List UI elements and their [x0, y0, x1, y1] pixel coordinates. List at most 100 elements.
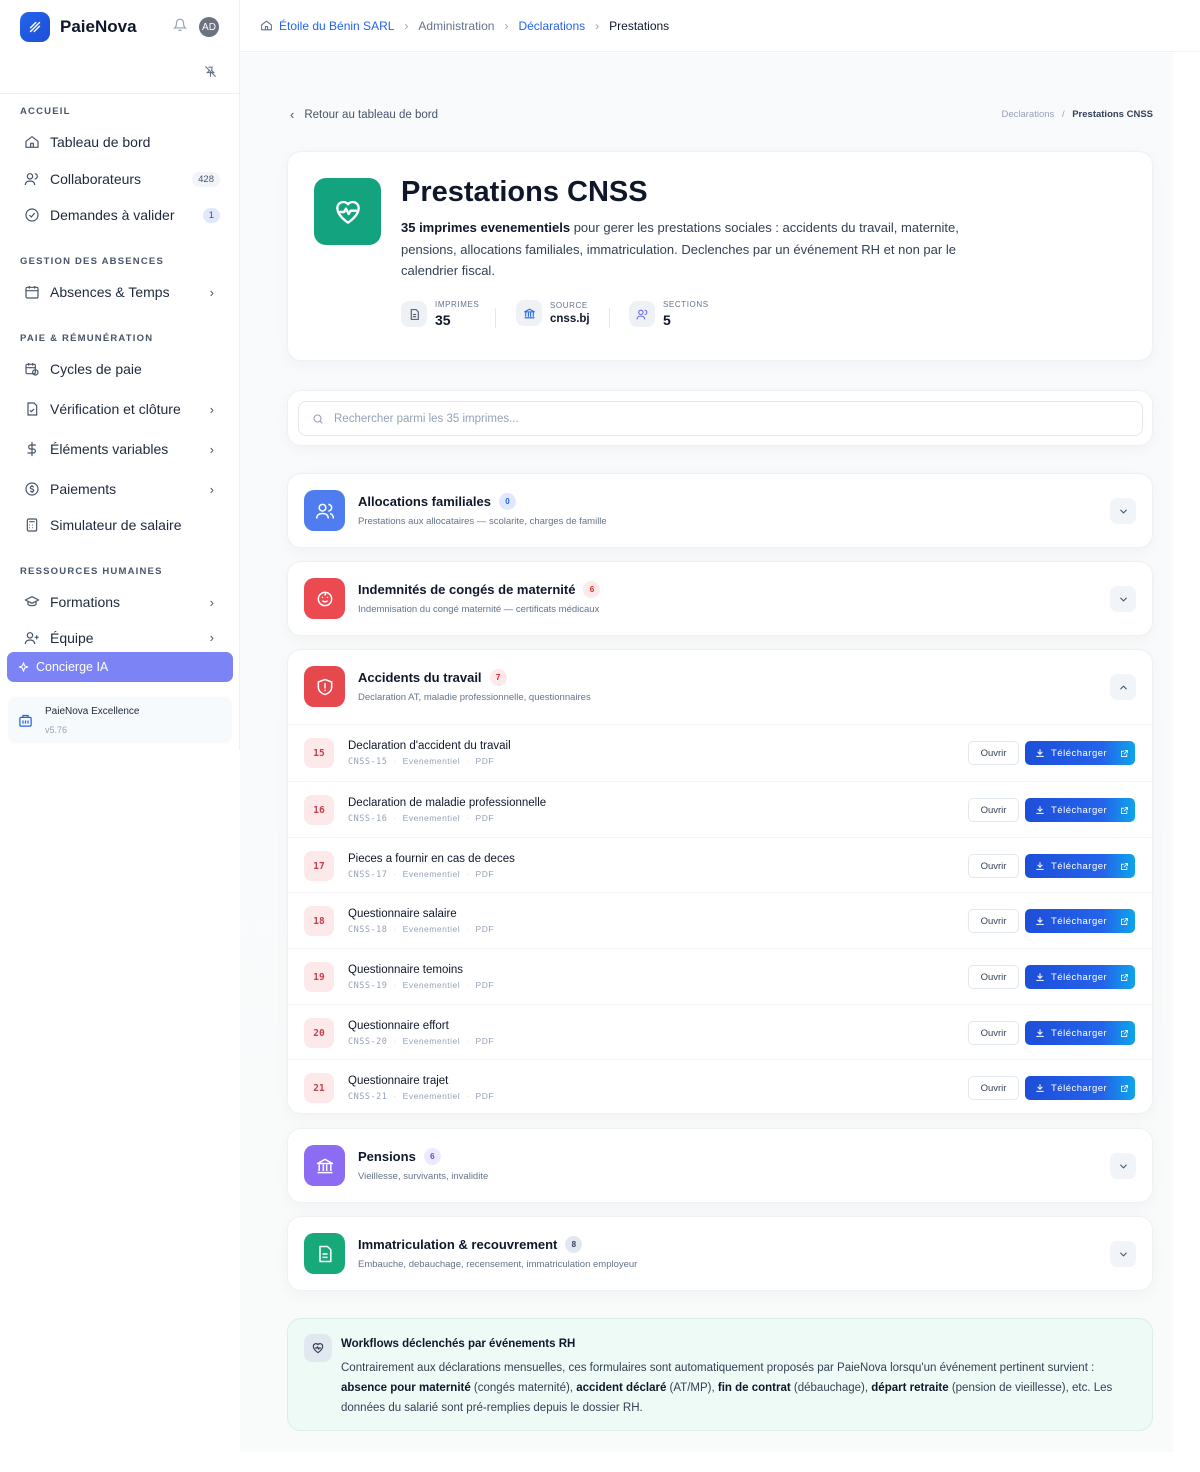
building-icon — [19, 714, 32, 727]
sidebar-item-label: Cycles de paie — [50, 361, 142, 377]
open-button[interactable]: Ouvrir — [968, 854, 1019, 878]
section-allocations-familiales: Allocations familiales 0 Prestations aux… — [287, 473, 1153, 548]
sidebar-item-equipe[interactable]: Équipe › — [20, 626, 220, 646]
sidebar-item-label: Éléments variables — [50, 441, 169, 457]
breadcrumb-current: Prestations — [609, 18, 670, 33]
sidebar-item-demandes[interactable]: Demandes à valider 1 — [20, 200, 220, 230]
download-button[interactable]: Télécharger — [1025, 965, 1135, 989]
stat-divider — [495, 308, 496, 328]
form-kind: Evenementiel — [402, 980, 461, 990]
workflow-title: Workflows déclenchés par événements RH — [341, 1338, 576, 1350]
pin-row — [0, 54, 239, 94]
section-count-badge: 0 — [498, 493, 516, 510]
section-header[interactable]: Immatriculation & recouvrement 8 Embauch… — [288, 1217, 1152, 1291]
calendar-icon — [25, 286, 39, 299]
page-breadcrumb-parent[interactable]: Declarations — [1001, 109, 1054, 120]
form-title: Declaration de maladie professionnelle — [348, 797, 547, 809]
workflow-text-bold: départ retraite — [871, 1382, 949, 1394]
back-link[interactable]: ‹ Retour au tableau de bord — [290, 107, 438, 122]
section-subtitle: Prestations aux allocataires — scolarite… — [358, 516, 607, 527]
open-button[interactable]: Ouvrir — [968, 965, 1019, 989]
separator-dot: · — [466, 869, 470, 879]
stat-source: SOURCE cnss.bj — [516, 300, 590, 326]
form-meta: CNSS-20 · Evenementiel · PDF — [348, 1036, 494, 1047]
home-icon[interactable] — [260, 19, 273, 32]
bell-icon[interactable] — [172, 18, 188, 37]
external-link-icon — [1121, 1029, 1128, 1037]
download-button[interactable]: Télécharger — [1025, 1021, 1135, 1045]
calculator-icon — [26, 518, 38, 532]
plan-box[interactable]: PaieNova Excellence v5.76 — [8, 697, 232, 743]
section-count-badge: 7 — [489, 669, 507, 686]
external-link-icon — [1121, 917, 1128, 925]
chevron-right-icon: › — [404, 18, 409, 33]
page-breadcrumb: Declarations / Prestations CNSS — [1001, 109, 1153, 120]
brand-logo-icon[interactable] — [20, 12, 50, 42]
sidebar-item-collaborateurs[interactable]: Collaborateurs 428 — [20, 164, 220, 194]
calendar-clock-icon — [25, 363, 39, 376]
heart-pulse-icon — [304, 1334, 332, 1362]
chevron-down-icon[interactable] — [1110, 1241, 1136, 1267]
form-number-badge: 16 — [304, 795, 334, 825]
separator-dot: · — [393, 869, 397, 879]
sidebar-item-tableau-de-bord[interactable]: Tableau de bord — [20, 127, 220, 157]
download-button[interactable]: Télécharger — [1025, 741, 1135, 765]
sidebar-item-verification[interactable]: Vérification et clôture › — [20, 394, 220, 424]
download-button[interactable]: Télécharger — [1025, 1076, 1135, 1100]
open-button[interactable]: Ouvrir — [968, 1076, 1019, 1100]
sidebar-item-paiements[interactable]: Paiements › — [20, 474, 220, 504]
stat-label: SOURCE — [550, 301, 588, 310]
workflow-text-part: (débauchage), — [790, 1382, 872, 1394]
chevron-up-icon[interactable] — [1110, 674, 1136, 700]
breadcrumb-declarations[interactable]: Déclarations — [518, 19, 585, 33]
users-icon — [304, 490, 345, 531]
sidebar-item-cycles[interactable]: Cycles de paie — [20, 354, 220, 384]
workflow-text-bold: absence pour maternité — [341, 1382, 471, 1394]
sidebar-item-simulateur[interactable]: Simulateur de salaire — [20, 510, 220, 540]
sidebar-item-label: Demandes à valider — [50, 207, 175, 223]
graduation-icon — [24, 596, 40, 607]
breadcrumb-company[interactable]: Étoile du Bénin SARL — [279, 19, 394, 33]
chevron-down-icon[interactable] — [1110, 1153, 1136, 1179]
form-title: Questionnaire temoins — [348, 964, 464, 976]
page-description: 35 imprimes evenementiels pour gerer les… — [401, 217, 1001, 282]
download-button[interactable]: Télécharger — [1025, 909, 1135, 933]
concierge-ia-button[interactable]: Concierge IA — [7, 652, 233, 682]
open-button[interactable]: Ouvrir — [968, 1021, 1019, 1045]
download-label: Télécharger — [1051, 1027, 1108, 1039]
section-header[interactable]: Pensions 6 Vieillesse, survivants, inval… — [288, 1129, 1152, 1203]
sidebar-item-absences[interactable]: Absences & Temps › — [20, 277, 220, 307]
check-circle-icon — [25, 208, 39, 222]
download-button[interactable]: Télécharger — [1025, 798, 1135, 822]
section-header[interactable]: Accidents du travail 7 Declaration AT, m… — [288, 650, 1152, 724]
search-input[interactable]: Rechercher parmi les 35 imprimes... — [298, 401, 1143, 436]
sidebar-item-elements-variables[interactable]: Éléments variables › — [20, 434, 220, 464]
sidebar-item-formations[interactable]: Formations › — [20, 587, 220, 617]
open-button[interactable]: Ouvrir — [968, 909, 1019, 933]
form-format: PDF — [475, 869, 495, 879]
avatar[interactable]: AD — [199, 17, 219, 37]
download-button[interactable]: Télécharger — [1025, 854, 1135, 878]
form-kind: Evenementiel — [402, 813, 461, 823]
users-icon — [629, 301, 655, 327]
separator-dot: · — [393, 813, 397, 823]
separator-dot: · — [466, 1036, 470, 1046]
section-header[interactable]: Allocations familiales 0 Prestations aux… — [288, 474, 1152, 548]
stat-value: cnss.bj — [550, 313, 590, 325]
form-format: PDF — [475, 1036, 495, 1046]
sidebar-item-label: Simulateur de salaire — [50, 517, 182, 533]
form-title: Pieces a fournir en cas de deces — [348, 853, 515, 865]
form-meta: CNSS-21 · Evenementiel · PDF — [348, 1091, 494, 1102]
form-number-badge: 20 — [304, 1018, 334, 1048]
collaborateurs-count-badge: 428 — [192, 171, 220, 187]
breadcrumb-administration[interactable]: Administration — [418, 19, 494, 33]
section-header[interactable]: Indemnités de congés de maternité 6 Inde… — [288, 562, 1152, 636]
chevron-down-icon[interactable] — [1110, 498, 1136, 524]
section-subtitle: Vieillesse, survivants, invalidite — [358, 1171, 489, 1182]
open-button[interactable]: Ouvrir — [968, 798, 1019, 822]
download-icon — [1036, 1084, 1044, 1092]
pin-off-icon[interactable] — [204, 65, 217, 83]
chevron-right-icon: › — [209, 401, 214, 417]
open-button[interactable]: Ouvrir — [968, 741, 1019, 765]
chevron-down-icon[interactable] — [1110, 586, 1136, 612]
